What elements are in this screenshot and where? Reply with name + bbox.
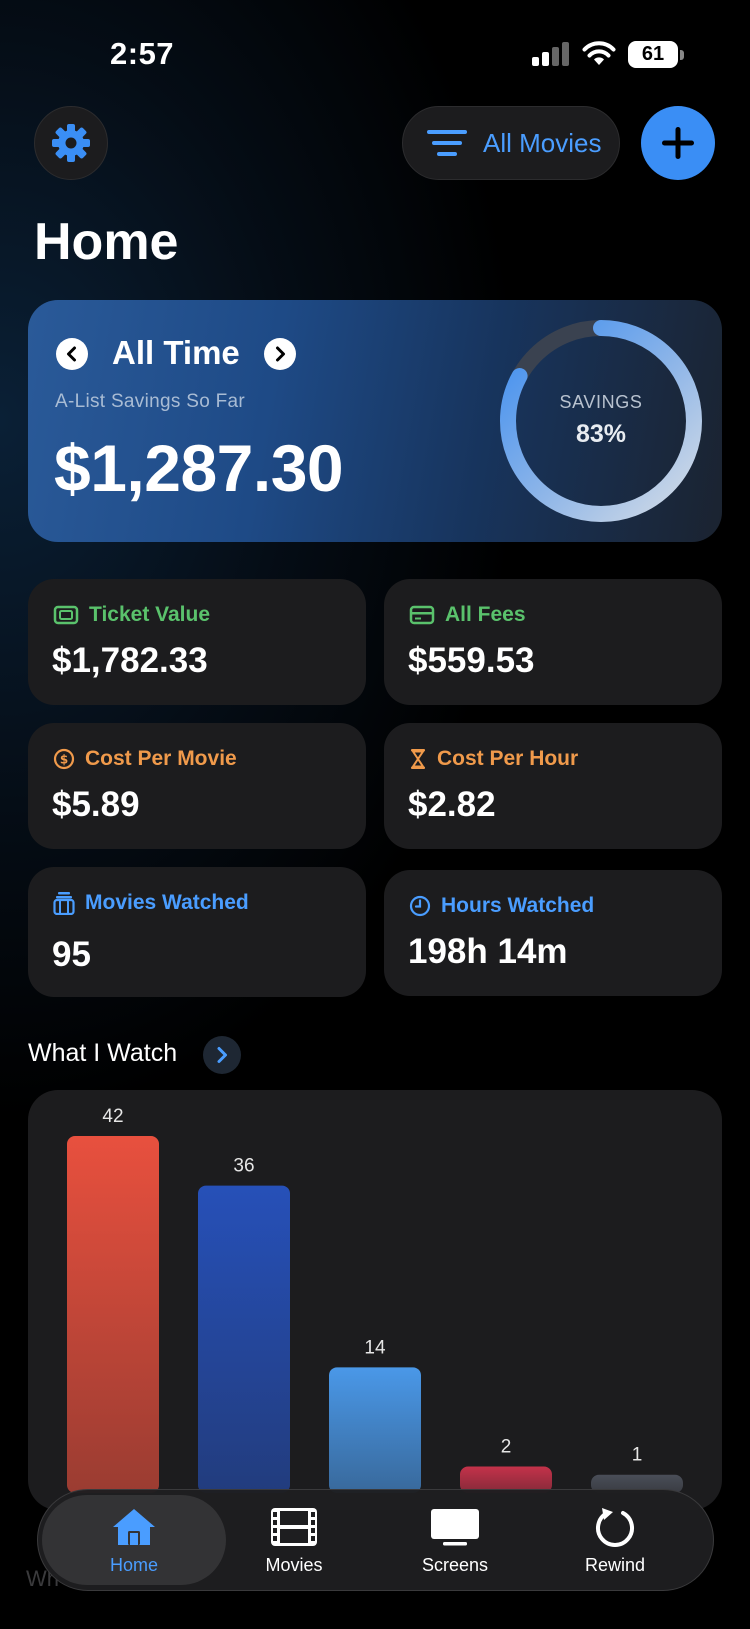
chart-bar-value: 36: [233, 1156, 254, 1177]
chevron-right-icon: [276, 346, 285, 362]
add-button[interactable]: [641, 106, 715, 180]
what-i-watch-chart: 42 36 14 2 1: [28, 1090, 722, 1510]
cost-per-hour-label: Cost Per Hour: [437, 747, 579, 770]
ticket-value-card[interactable]: Ticket Value $1,782.33: [28, 579, 366, 705]
ticket-value-amount: $1,782.33: [52, 641, 208, 680]
cost-per-movie-card[interactable]: $ Cost Per Movie $5.89: [28, 723, 366, 849]
wifi-icon: [582, 41, 616, 65]
ticket-value-label: Ticket Value: [89, 603, 211, 626]
settings-button[interactable]: [34, 106, 108, 180]
tab-rewind-label: Rewind: [584, 1555, 646, 1575]
savings-ring-label: SAVINGS: [559, 392, 643, 412]
tab-screens[interactable]: Screens: [385, 1507, 525, 1576]
movies-watched-label: Movies Watched: [85, 891, 249, 914]
cost-per-hour-card[interactable]: Cost Per Hour $2.82: [384, 723, 722, 849]
status-time: 2:57: [110, 36, 175, 71]
previous-period-button[interactable]: [56, 338, 88, 370]
gear-icon: [52, 124, 90, 162]
cost-per-movie-amount: $5.89: [52, 785, 140, 824]
rewind-arrow-icon: [596, 1508, 634, 1547]
chart-bar: [198, 1185, 290, 1493]
chart-bar-value: 2: [501, 1436, 512, 1457]
film-strip-icon: [271, 1508, 317, 1546]
hourglass-icon: [411, 749, 425, 769]
signal-icon: [532, 42, 570, 66]
movies-watched-card[interactable]: Movies Watched 95: [28, 867, 366, 997]
all-fees-amount: $559.53: [408, 641, 535, 680]
plus-icon: [662, 127, 694, 159]
screen-icon: [431, 1509, 479, 1546]
savings-ring-value: 83%: [575, 420, 627, 448]
tab-movies-label: Movies: [265, 1555, 323, 1575]
period-label: All Time: [112, 334, 240, 371]
tab-rewind[interactable]: Rewind: [545, 1507, 685, 1576]
chevron-left-icon: [67, 346, 76, 362]
hours-watched-card[interactable]: Hours Watched 198h 14m: [384, 870, 722, 996]
svg-text:$: $: [60, 753, 68, 767]
credit-card-icon: [409, 605, 435, 625]
hours-watched-label: Hours Watched: [441, 894, 595, 917]
tab-screens-label: Screens: [421, 1555, 489, 1575]
battery-cap: [680, 50, 684, 60]
filter-lines-icon: [427, 130, 467, 156]
what-i-watch-title: What I Watch: [28, 1039, 178, 1067]
dollar-coin-icon: $: [53, 748, 75, 770]
next-period-button[interactable]: [264, 338, 296, 370]
all-fees-label: All Fees: [445, 603, 526, 626]
what-i-watch-more-button[interactable]: [203, 1036, 241, 1074]
film-stack-icon: [53, 892, 75, 915]
page-title: Home: [34, 213, 179, 271]
tab-movies[interactable]: Movies: [224, 1507, 364, 1576]
chart-bar-value: 42: [102, 1106, 123, 1127]
movies-watched-count: 95: [52, 935, 91, 974]
ticket-icon: [53, 605, 79, 625]
cost-per-hour-amount: $2.82: [408, 785, 496, 824]
chart-bar: [67, 1136, 159, 1493]
bar-chart: 42 36 14 2 1: [67, 1106, 683, 1493]
house-icon: [113, 1509, 155, 1545]
hours-watched-value: 198h 14m: [408, 932, 568, 971]
all-fees-card[interactable]: All Fees $559.53: [384, 579, 722, 705]
chart-bar: [329, 1367, 421, 1493]
tab-home-label: Home: [109, 1555, 158, 1575]
savings-amount: $1,287.30: [54, 431, 344, 505]
filter-label: All Movies: [483, 127, 602, 158]
chevron-right-icon: [217, 1047, 227, 1063]
savings-subtitle: A-List Savings So Far: [55, 391, 246, 412]
tab-home[interactable]: Home: [64, 1507, 204, 1576]
filter-button[interactable]: All Movies: [402, 106, 620, 180]
chart-bar-value: 14: [364, 1337, 386, 1358]
battery-indicator: 61: [628, 41, 678, 68]
clock-icon: [409, 895, 431, 917]
chart-bar-value: 1: [632, 1445, 643, 1466]
cost-per-movie-label: Cost Per Movie: [85, 747, 237, 770]
